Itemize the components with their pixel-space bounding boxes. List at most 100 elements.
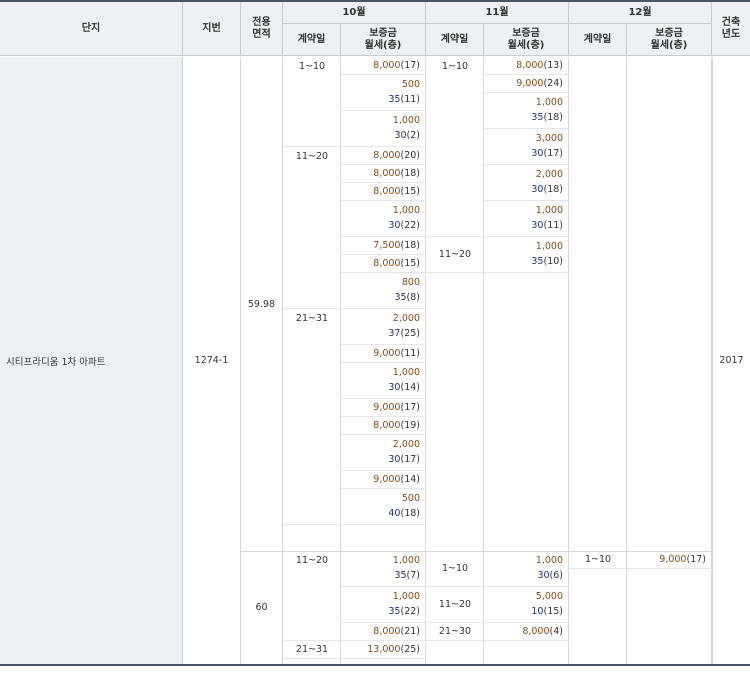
deposit-amount: 1,000 xyxy=(535,241,563,252)
floor-number: (18) xyxy=(400,168,420,179)
header-month-nov: 11월 xyxy=(426,2,569,24)
monthly-rent: 35 xyxy=(388,94,401,105)
contract-day-range: 1~10 xyxy=(584,554,612,565)
table-row: 9,000(17) xyxy=(341,399,426,417)
contract-day-range: 21~30 xyxy=(438,626,472,637)
deposit-amount: 9,000 xyxy=(373,402,401,413)
rent-line: 30(18) xyxy=(531,183,563,197)
deposit-amount: 1,000 xyxy=(392,205,420,216)
floor-number: (15) xyxy=(400,186,420,197)
table-row: 500 35(11) xyxy=(341,75,426,111)
floor-number: (18) xyxy=(543,184,563,195)
monthly-rent: 30 xyxy=(531,184,544,195)
contract-period-block: 21~30 xyxy=(426,623,484,641)
built-year-cell: 2017 xyxy=(712,57,750,664)
table-row: 7,500(18) xyxy=(341,237,426,255)
deposit-amount: 1,000 xyxy=(535,97,563,108)
deposit-line: 3,000 xyxy=(536,132,563,146)
table-row: 5,000 10(15) xyxy=(484,587,569,623)
deposit-amount: 9,000 xyxy=(516,78,544,89)
table-row: 1,000 30(6) xyxy=(484,551,569,587)
table-row: 8,000(17) xyxy=(341,57,426,75)
deposit-amount: 1,000 xyxy=(392,555,420,566)
deposit-line: 7,500(18) xyxy=(373,239,420,253)
deposit-amount: 9,000 xyxy=(373,474,401,485)
table-row: 9,000(14) xyxy=(341,471,426,489)
table-row: 2,000 37(25) xyxy=(341,309,426,345)
floor-number: (11) xyxy=(543,220,563,231)
rent-line: 35(10) xyxy=(531,255,563,269)
floor-number: (11) xyxy=(400,348,420,359)
deposit-amount: 2,000 xyxy=(392,439,420,450)
rent-line: 35(7) xyxy=(394,569,420,583)
contract-day-range: 21~31 xyxy=(295,644,329,655)
deposit-amount: 9,000 xyxy=(659,554,687,565)
contract-day-range: 1~10 xyxy=(298,61,326,72)
rent-line: 10(15) xyxy=(531,605,563,619)
header-complex: 단지 xyxy=(0,2,183,56)
deposit-line: 8,000(4) xyxy=(522,625,563,639)
floor-number: (21) xyxy=(400,626,420,637)
rent-line: 30(6) xyxy=(537,569,563,583)
deposit-amount: 8,000 xyxy=(373,168,401,179)
header-contract-day-oct: 계약일 xyxy=(283,24,341,56)
floor-number: (18) xyxy=(543,112,563,123)
contract-period-block: 1~10 xyxy=(283,57,341,147)
table-row: 13,000(25) xyxy=(341,641,426,659)
table-row: 1,000 30(2) xyxy=(341,111,426,147)
deposit-line: 8,000(13) xyxy=(516,59,563,73)
built-year: 2017 xyxy=(719,355,744,366)
deposit-line: 1,000 xyxy=(393,114,420,128)
monthly-rent: 37 xyxy=(388,328,401,339)
table-top-border xyxy=(0,0,750,2)
floor-number: (18) xyxy=(400,508,420,519)
header-contract-day-nov: 계약일 xyxy=(426,24,484,56)
rent-line: 30(11) xyxy=(531,219,563,233)
rent-line: 30(17) xyxy=(388,453,420,467)
monthly-rent: 35 xyxy=(394,570,407,581)
table-row: 1,000 35(10) xyxy=(484,237,569,273)
monthly-rent: 35 xyxy=(531,256,544,267)
contract-period-block: 11~20 xyxy=(426,237,484,273)
deposit-amount: 500 xyxy=(401,79,420,90)
floor-number: (20) xyxy=(400,150,420,161)
monthly-rent: 30 xyxy=(388,220,401,231)
contract-day-range: 11~20 xyxy=(438,249,472,260)
floor-number: (22) xyxy=(400,220,420,231)
monthly-rent: 35 xyxy=(394,292,407,303)
table-row: 2,000 30(18) xyxy=(484,165,569,201)
header-deposit-rent-nov: 보증금 월세(층) xyxy=(484,24,569,56)
deposit-amount: 2,000 xyxy=(535,169,563,180)
monthly-rent: 10 xyxy=(531,606,544,617)
header-lot: 지번 xyxy=(183,2,241,56)
deposit-amount: 500 xyxy=(401,493,420,504)
deposit-amount: 1,000 xyxy=(392,591,420,602)
table-row: 1,000 35(22) xyxy=(341,587,426,623)
floor-number: (17) xyxy=(400,402,420,413)
monthly-rent: 30 xyxy=(537,570,550,581)
area-value: 60 xyxy=(255,602,268,613)
monthly-rent: 30 xyxy=(394,130,407,141)
table-row: 1,000 30(22) xyxy=(341,201,426,237)
deposit-line: 1,000 xyxy=(393,554,420,568)
deposit-amount: 800 xyxy=(401,277,420,288)
floor-number: (25) xyxy=(400,644,420,655)
contract-period-block: 11~20 xyxy=(283,147,341,309)
deposit-amount: 8,000 xyxy=(373,258,401,269)
deposit-line: 1,000 xyxy=(393,590,420,604)
deposit-line: 2,000 xyxy=(393,312,420,326)
deposit-line: 1,000 xyxy=(536,96,563,110)
header-month-dec: 12월 xyxy=(569,2,712,24)
floor-number: (15) xyxy=(543,606,563,617)
table-row: 3,000 30(17) xyxy=(484,129,569,165)
deposit-amount: 8,000 xyxy=(373,626,401,637)
floor-number: (17) xyxy=(400,60,420,71)
deposit-amount: 1,000 xyxy=(535,205,563,216)
table-row: 1,000 30(11) xyxy=(484,201,569,237)
floor-number: (4) xyxy=(549,626,563,637)
monthly-rent: 35 xyxy=(531,112,544,123)
area-cell: 60 xyxy=(241,551,283,664)
table-row: 800 35(8) xyxy=(341,273,426,309)
deposit-amount: 8,000 xyxy=(522,626,550,637)
deposit-line: 9,000(17) xyxy=(373,401,420,415)
